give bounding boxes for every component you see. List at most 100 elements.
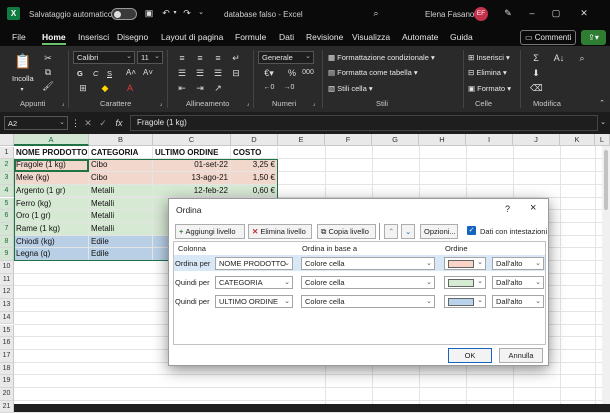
header-cell-last-order[interactable]: ULTIMO ORDINE — [153, 146, 231, 160]
column-header-h[interactable]: H — [419, 134, 466, 146]
row-header-14[interactable]: 14 — [0, 311, 14, 325]
row-header-15[interactable]: 15 — [0, 324, 14, 338]
autosave-toggle[interactable] — [111, 8, 137, 20]
column-header-d[interactable]: D — [231, 134, 278, 146]
row-header-2[interactable]: 2 — [0, 159, 14, 173]
merge-cells-icon[interactable]: ⊟ — [230, 67, 242, 79]
row-header-12[interactable]: 12 — [0, 286, 14, 300]
clipboard-launcher-icon[interactable]: ⌟ — [59, 98, 67, 110]
cancel-entry-icon[interactable]: ✕ — [82, 117, 94, 129]
sort-column-select[interactable]: NOME PRODOTTO ⌄ — [215, 257, 293, 270]
column-header-l[interactable]: L — [595, 134, 610, 146]
paste-button-label[interactable]: Incolla — [12, 74, 34, 83]
format-as-table-button[interactable]: ▤ Formatta come tabella ▾ — [328, 68, 418, 77]
move-down-button[interactable]: ⌄ — [401, 224, 415, 239]
thousands-separator-icon[interactable]: 000 — [302, 67, 314, 79]
sort-on-select[interactable]: Colore cella ⌄ — [301, 276, 435, 289]
maximize-icon[interactable]: ▢ — [550, 7, 562, 19]
wrap-text-icon[interactable]: ↵ — [230, 52, 242, 64]
italic-button[interactable]: C — [93, 69, 98, 78]
close-window-icon[interactable]: ✕ — [578, 7, 590, 19]
number-launcher-icon[interactable]: ⌟ — [310, 98, 318, 110]
align-center-icon[interactable]: ☰ — [194, 67, 206, 79]
font-name-select[interactable]: Calibri ⌄ — [73, 51, 135, 64]
minimize-icon[interactable]: – — [526, 7, 538, 19]
align-middle-icon[interactable]: ≡ — [194, 52, 206, 64]
sort-on-select[interactable]: Colore cella ⌄ — [301, 295, 435, 308]
row-header-18[interactable]: 18 — [0, 362, 14, 376]
undo-icon[interactable]: ↶ — [160, 7, 172, 19]
cut-icon[interactable]: ✂ — [42, 52, 54, 64]
cell-styles-button[interactable]: ▧ Stili cella ▾ — [328, 84, 373, 93]
column-header-j[interactable]: J — [513, 134, 560, 146]
options-button[interactable]: Opzioni... — [420, 224, 458, 239]
sort-column-select[interactable]: CATEGORIA ⌄ — [215, 276, 293, 289]
fill-color-icon[interactable]: ◆ — [99, 82, 111, 94]
row-header-10[interactable]: 10 — [0, 261, 14, 274]
insert-cells-button[interactable]: ⊞ Inserisci ▾ — [468, 53, 510, 62]
menu-page-layout[interactable]: Layout di pagina — [161, 32, 223, 42]
sort-on-select[interactable]: Colore cella ⌄ — [301, 257, 435, 270]
copy-icon[interactable]: ⧉ — [42, 66, 54, 78]
order-direction-select[interactable]: Dall'alto ⌄ — [492, 276, 544, 289]
customize-toolbar-icon[interactable]: ⌄ — [195, 7, 207, 19]
column-header-g[interactable]: G — [372, 134, 419, 146]
expand-formula-bar-icon[interactable]: ⌄ — [599, 117, 607, 129]
delete-cells-button[interactable]: ⊟ Elimina ▾ — [468, 68, 507, 77]
pen-icon[interactable]: ✎ — [502, 7, 514, 19]
add-level-button[interactable]: + Aggiungi livello — [175, 224, 245, 239]
redo-icon[interactable]: ↷ — [181, 7, 193, 19]
align-right-icon[interactable]: ☰ — [212, 67, 224, 79]
underline-button[interactable]: S — [107, 69, 112, 78]
sort-filter-icon[interactable]: A↓ — [552, 52, 566, 64]
order-color-select[interactable]: ⌄ — [444, 257, 486, 270]
font-color-icon[interactable]: A — [124, 82, 136, 94]
row-header-1[interactable]: 1 — [0, 146, 14, 160]
increase-indent-icon[interactable]: ⇥ — [194, 82, 206, 94]
share-button[interactable]: ⇪▾ — [581, 30, 606, 45]
header-cell-name[interactable]: NOME PRODOTTO — [14, 146, 89, 160]
alignment-launcher-icon[interactable]: ⌟ — [244, 98, 252, 110]
scrollbar-vertical[interactable] — [602, 146, 610, 404]
header-cell-cost[interactable]: COSTO — [231, 146, 278, 160]
order-direction-select[interactable]: Dall'alto ⌄ — [492, 257, 544, 270]
font-size-select[interactable]: 11 ⌄ — [137, 51, 163, 64]
menu-data[interactable]: Dati — [279, 32, 294, 42]
font-launcher-icon[interactable]: ⌟ — [157, 98, 165, 110]
headers-checkbox[interactable]: ✓ — [467, 226, 476, 235]
increase-font-icon[interactable]: A˄ — [125, 67, 137, 79]
autosum-icon[interactable]: Σ — [530, 52, 542, 64]
collapse-ribbon-icon[interactable]: ⌃ — [597, 98, 607, 110]
column-header-k[interactable]: K — [560, 134, 595, 146]
menu-help[interactable]: Guida — [450, 32, 473, 42]
formula-input[interactable]: Fragole (1 kg) — [130, 115, 598, 131]
align-bottom-icon[interactable]: ≡ — [212, 52, 224, 64]
align-top-icon[interactable]: ≡ — [176, 52, 188, 64]
copy-level-button[interactable]: ⧉ Copia livello — [317, 224, 376, 239]
move-up-button[interactable]: ⌃ — [384, 224, 398, 239]
menu-formulas[interactable]: Formule — [235, 32, 266, 42]
row-header-9[interactable]: 9 — [0, 248, 14, 261]
menu-home[interactable]: Home — [42, 32, 66, 45]
menu-view[interactable]: Visualizza — [352, 32, 390, 42]
borders-icon[interactable]: ⊞ — [77, 82, 89, 94]
row-header-5[interactable]: 5 — [0, 197, 14, 211]
menu-insert[interactable]: Inserisci — [78, 32, 109, 42]
close-icon[interactable]: × — [530, 202, 536, 214]
row-header-11[interactable]: 11 — [0, 273, 14, 287]
order-direction-select[interactable]: Dall'alto ⌄ — [492, 295, 544, 308]
bold-button[interactable]: G — [77, 69, 83, 78]
column-header-a[interactable]: A — [14, 134, 89, 146]
menu-draw[interactable]: Disegno — [117, 32, 148, 42]
format-cells-button[interactable]: ▣ Formato ▾ — [468, 84, 511, 93]
comments-button[interactable]: ▭ Commenti — [520, 30, 576, 45]
row-header-8[interactable]: 8 — [0, 235, 14, 249]
paste-icon[interactable]: 📋 — [14, 52, 32, 70]
format-painter-icon[interactable]: 🖌 — [42, 80, 54, 92]
insert-function-icon[interactable]: fx — [112, 117, 126, 129]
column-header-b[interactable]: B — [89, 134, 153, 146]
select-all-corner[interactable] — [0, 134, 14, 146]
avatar[interactable]: EF — [474, 7, 488, 21]
order-color-select[interactable]: ⌄ — [444, 295, 486, 308]
save-icon[interactable]: ▣ — [143, 7, 155, 19]
